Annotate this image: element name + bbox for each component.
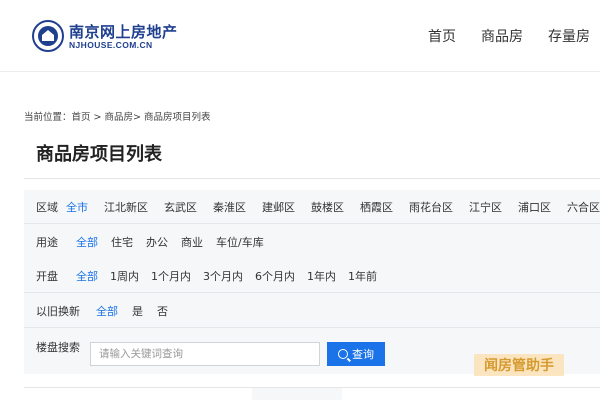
filter-label: 区域 [36,200,58,214]
filter-option[interactable]: 3个月内 [203,268,243,284]
search-icon [338,349,348,359]
filter-option[interactable]: 秦淮区 [213,199,246,215]
filter-option[interactable]: 商业 [181,234,203,250]
title-divider [24,178,600,179]
filter-option[interactable]: 办公 [146,234,168,250]
filter-option[interactable]: 浦口区 [518,199,551,215]
filter-option[interactable]: 江北新区 [104,199,148,215]
filter-option[interactable]: 建邺区 [262,199,295,215]
nav-home[interactable]: 首页 [428,26,456,46]
nav-new-homes[interactable]: 商品房 [481,26,523,46]
filter-option[interactable]: 否 [157,303,168,319]
filter-option[interactable]: 全部 [76,268,98,284]
filter-label: 开盘 [36,269,58,283]
filter-option[interactable]: 栖霞区 [360,199,393,215]
logo-emblem-icon [32,20,64,52]
filter-option[interactable]: 六合区 [567,199,600,215]
results-tab[interactable] [252,388,342,400]
filter-option[interactable]: 江宁区 [469,199,502,215]
filter-option[interactable]: 6个月内 [255,268,295,284]
filter-row-opening: 开盘 全部 1周内 1个月内 3个月内 6个月内 1年内 1年前 [24,259,600,293]
filter-row-trade-in: 以旧换新 全部是否 [24,294,600,328]
filter-option[interactable]: 1个月内 [151,268,191,284]
filter-label: 用途 [36,236,58,249]
filter-option[interactable]: 住宅 [111,234,133,250]
filter-option[interactable]: 1周内 [110,268,139,284]
filter-option[interactable]: 1年前 [348,268,377,284]
site-logo[interactable]: 南京网上房地产 NJHOUSE.COM.CN [32,20,192,54]
filter-option[interactable]: 1年内 [307,268,336,284]
filter-option[interactable]: 车位/车库 [216,234,264,250]
search-button[interactable]: 查询 [327,342,385,366]
logo-title: 南京网上房地产 [69,23,178,41]
nav-resale-homes[interactable]: 存量房 [548,26,590,46]
project-search-input[interactable]: 请输入关键词查询 [90,342,320,366]
filter-option[interactable]: 鼓楼区 [311,199,344,215]
page-title: 商品房项目列表 [36,144,162,165]
filter-panel: 区域 全市 江北新区 玄武区 秦淮区 建邺区 鼓楼区 栖霞区 雨花台区 江宁区 浦口区 六合区 用途… [24,190,600,374]
filter-row-district: 区域 全市 江北新区 玄武区 秦淮区 建邺区 鼓楼区 栖霞区 雨花台区 江宁区 浦口区 六合区 [24,190,600,224]
filter-option[interactable]: 全部 [76,234,98,250]
filter-option[interactable]: 雨花台区 [409,199,453,215]
search-button-label: 查询 [352,348,374,361]
filter-row-usage: 用途 全部 住宅 办公 商业 车位/车库 [24,225,600,259]
logo-subtitle: NJHOUSE.COM.CN [69,40,153,50]
filter-label: 以旧换新 [36,304,80,318]
results-tab-strip [24,387,600,400]
filter-option[interactable]: 是 [132,303,143,319]
main-nav: 首页 商品房 存量房 [403,26,590,46]
filter-label: 楼盘搜索 [36,341,80,354]
filter-option[interactable]: 玄武区 [164,199,197,215]
filter-option[interactable]: 全市 [66,199,88,215]
site-header: 南京网上房地产 NJHOUSE.COM.CN 首页 商品房 存量房 [0,0,600,72]
breadcrumb: 当前位置：首页 > 商品房> 商品房项目列表 [24,112,211,123]
filter-option[interactable]: 全部 [96,303,118,319]
watermark-badge: 闻房管助手 [474,354,564,376]
